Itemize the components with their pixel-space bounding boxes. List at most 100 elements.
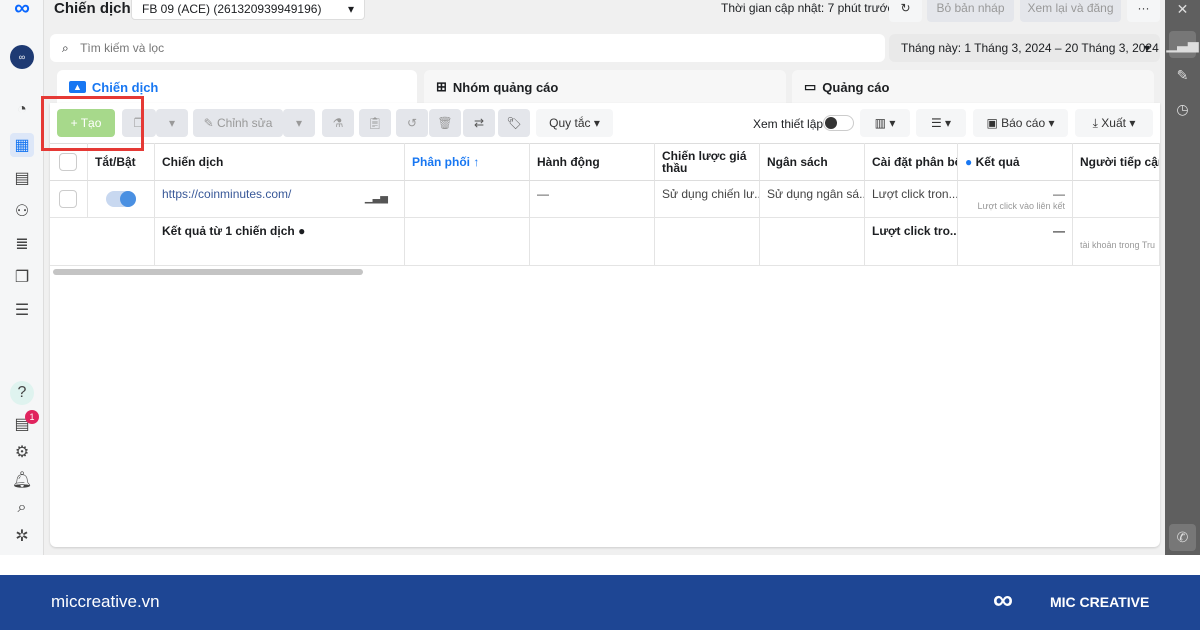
col-attribution[interactable]: Cài đặt phân bổ [865, 143, 958, 181]
tab-ad-sets[interactable]: ⊞ Nhóm quảng cáo [424, 70, 786, 104]
campaign-toggle[interactable] [88, 181, 155, 218]
account-selector[interactable]: FB 09 (ACE) (261320939949196) ▾ [131, 0, 365, 20]
delete-icon[interactable]: 🗑︎ [429, 109, 461, 137]
undo-icon[interactable]: ↺ [396, 109, 428, 137]
ab-test-icon[interactable]: ⚗ [322, 109, 354, 137]
refresh-button[interactable]: ↻ [889, 0, 922, 22]
chart-icon[interactable]: ▁▃▅ [1166, 31, 1199, 58]
audiences-icon[interactable]: ⚇ [10, 199, 34, 223]
summary-results: — [958, 218, 1073, 266]
horizontal-scrollbar[interactable] [53, 269, 363, 275]
date-range-picker[interactable]: Tháng này: 1 Tháng 3, 2024 – 20 Tháng 3,… [889, 34, 1160, 62]
cell-action: — [530, 181, 655, 218]
col-campaign[interactable]: Chiến dịch [155, 143, 405, 181]
pencil-icon[interactable]: ✎ [1169, 62, 1196, 89]
campaign-panel: + Tạo ❐ ▾ ✎ Chỉnh sửa ▾ ⚗ 📋︎ ↺ 🗑︎ ⇄ 🏷︎ Q… [50, 103, 1160, 547]
pages-icon[interactable]: ▤ [10, 166, 34, 190]
summary-cell [655, 218, 760, 266]
chevron-down-icon: ▾ [1143, 41, 1150, 55]
rules-button[interactable]: Quy tắc ▾ [536, 109, 613, 137]
tab-ads[interactable]: ▭ Quảng cáo [792, 70, 1154, 104]
info-icon: ● [965, 154, 976, 169]
move-icon[interactable]: ⇄ [463, 109, 495, 137]
chevron-down-icon: ▾ [347, 2, 354, 16]
campaign-name[interactable]: https://coinminutes.com/ [162, 187, 291, 201]
result-type: Lượt click vào liên kết [977, 201, 1065, 211]
view-setup-toggle[interactable] [823, 115, 854, 131]
close-icon[interactable]: ✕ [1169, 0, 1196, 23]
cell-bid-strategy: Sử dụng chiến lư... [655, 181, 760, 218]
campaigns-table-icon[interactable]: ▦ [10, 133, 34, 157]
summary-cell [405, 218, 530, 266]
tab-label: Chiến dịch [91, 79, 159, 95]
duplicate-dropdown[interactable]: ▾ [156, 109, 188, 137]
search-input[interactable]: Tìm kiếm và lọc [80, 41, 164, 55]
search-bar[interactable]: ⌕ Tìm kiếm và lọc [50, 34, 885, 62]
bug-icon[interactable]: ✲ [10, 524, 34, 548]
tab-label: Quảng cáo [822, 79, 890, 95]
mic-creative-logo-icon: ∞ [993, 584, 1013, 615]
col-delivery[interactable]: Phân phối ↑ [405, 143, 530, 181]
creative-icon[interactable]: ❐ [10, 265, 34, 289]
phone-icon[interactable]: ✆ [1169, 524, 1196, 551]
cell-delivery [405, 181, 530, 218]
right-sidebar: ✕ ▁▃▅ ✎ ◷ ✆ [1165, 0, 1200, 555]
result-value: — [1053, 187, 1065, 201]
info-icon[interactable]: ● [298, 224, 305, 238]
page-title: Chiến dịch [54, 0, 131, 17]
summary-attribution: Lượt click tro... [865, 218, 958, 266]
breakdown-button[interactable]: ☰ ▾ [916, 109, 966, 137]
account-avatar[interactable]: ∞ [10, 45, 34, 69]
edit-dropdown[interactable]: ▾ [283, 109, 315, 137]
ad-icon: ▭ [804, 79, 817, 94]
col-action[interactable]: Hành động [530, 143, 655, 181]
columns-button[interactable]: ▥ ▾ [860, 109, 910, 137]
clipboard-icon[interactable]: 📋︎ [359, 109, 391, 137]
discard-draft-button[interactable]: Bỏ bản nháp [927, 0, 1014, 22]
search-icon: ⌕ [62, 41, 69, 55]
rules-label: Quy tắc [549, 116, 591, 130]
cell-results: — Lượt click vào liên kết [958, 181, 1073, 218]
cell-reach [1073, 181, 1160, 218]
review-publish-button[interactable]: Xem lại và đăng [1020, 0, 1121, 22]
summary-text: Kết quả từ 1 chiến dịch [162, 224, 295, 238]
chart-icon[interactable]: ▁▃▅ [365, 193, 388, 204]
cell-budget: Sử dụng ngân sá... [760, 181, 865, 218]
col-reach[interactable]: Người tiếp cận [1073, 143, 1160, 181]
grid-icon: ⊞ [436, 79, 447, 94]
col-results[interactable]: ● Kết quả [958, 143, 1073, 181]
more-button[interactable]: ··· [1127, 0, 1160, 22]
row-checkbox[interactable] [50, 181, 88, 218]
col-results-label: Kết quả [975, 154, 1020, 169]
account-name: FB 09 (ACE) (261320939949196) [142, 2, 322, 16]
folder-icon: ▲ [69, 81, 86, 93]
highlight-box [41, 96, 144, 151]
summary-blank [50, 218, 155, 266]
export-button[interactable]: ⤓ Xuất ▾ [1075, 109, 1153, 137]
col-bid-strategy[interactable]: Chiến lược giá thầu [655, 143, 760, 181]
reports-label: Báo cáo [1001, 116, 1046, 130]
tag-icon[interactable]: 🏷︎ [498, 109, 530, 137]
dashboard-icon[interactable]: ◔ [10, 98, 34, 122]
bell-icon[interactable]: 🔔︎ [10, 468, 34, 492]
col-budget[interactable]: Ngân sách [760, 143, 865, 181]
clock-icon[interactable]: ◷ [1169, 96, 1196, 123]
cell-attribution: Lượt click tron... [865, 181, 958, 218]
edit-label: Chỉnh sửa [216, 116, 273, 130]
edit-button[interactable]: ✎ Chỉnh sửa [193, 109, 283, 137]
billing-icon[interactable]: ≣ [10, 232, 34, 256]
update-time: Thời gian cập nhật: 7 phút trước [721, 1, 894, 15]
reports-button[interactable]: ▣ Báo cáo ▾ [973, 109, 1068, 137]
view-setup-label: Xem thiết lập [753, 117, 824, 131]
meta-logo-icon[interactable]: ∞ [10, 0, 34, 20]
summary-label: Kết quả từ 1 chiến dịch ● [155, 218, 405, 266]
campaign-link[interactable]: https://coinminutes.com/ ▁▃▅ [155, 181, 405, 218]
left-nav: ∞ ∞ ◔ ▦ ▤ ⚇ ≣ ❐ ☰ ? ▤ 1 ⚙ 🔔︎ ⌕ ✲ [0, 0, 44, 555]
menu-icon[interactable]: ☰ [10, 298, 34, 322]
search-icon[interactable]: ⌕ [10, 496, 34, 520]
footer-site: miccreative.vn [51, 592, 160, 611]
settings-icon[interactable]: ⚙ [10, 440, 34, 464]
help-icon[interactable]: ? [10, 381, 34, 405]
footer-banner: miccreative.vn ∞ MIC CREATIVE [0, 575, 1200, 630]
summary-cell [530, 218, 655, 266]
